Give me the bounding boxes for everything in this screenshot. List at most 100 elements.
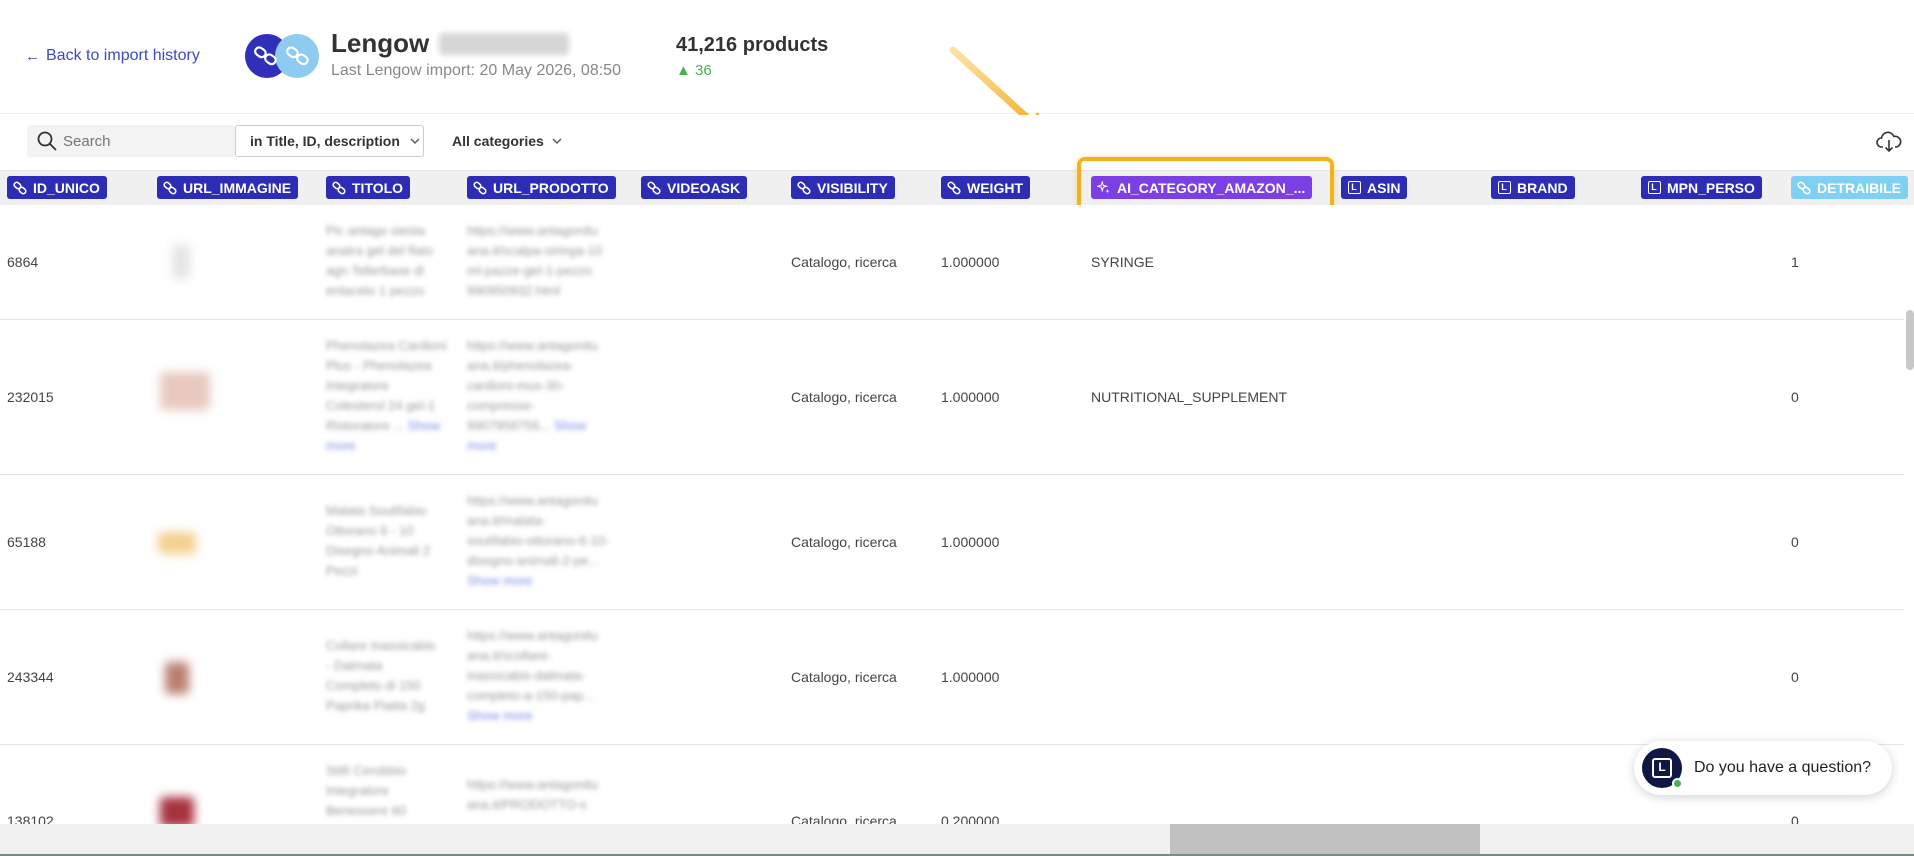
product-thumbnail	[160, 372, 210, 410]
cell-url-redacted: https://www.antagonitu ana.it/scatpa-siri…	[467, 223, 603, 298]
products-delta: ▲ 36	[676, 62, 712, 79]
horizontal-scrollbar[interactable]	[0, 824, 1914, 854]
product-thumbnail	[165, 662, 189, 694]
cell-detraibile: 1	[1791, 254, 1799, 270]
search-icon	[37, 131, 57, 151]
back-to-import-history-link[interactable]: ← Back to import history	[25, 47, 200, 65]
last-import-text: Last Lengow import: 20 May 2026, 08:50	[331, 62, 621, 79]
cell-url-redacted: https://www.antagonitu ana.it/PRODOTTO-s	[467, 777, 598, 812]
chevron-down-icon	[552, 138, 562, 144]
products-count: 41,216 products	[676, 34, 829, 56]
help-chat-button[interactable]: L Do you have a question?	[1634, 741, 1892, 795]
table-row[interactable]: 65188 Malata Soutifabio Ottorano 6 - 10 Di…	[0, 475, 1904, 610]
column-header-visibility[interactable]: VISIBILITY	[791, 176, 895, 199]
link-icon	[797, 181, 811, 194]
lengow-l-icon: L	[1652, 758, 1672, 778]
cell-weight: 1.000000	[941, 669, 1000, 685]
cell-url-redacted: https://www.antagonitu ana.it/malata-sout…	[467, 493, 610, 588]
cell-ai-category: SYRINGE	[1091, 254, 1155, 270]
cell-titolo-redacted: Stilli Cerobbio Integratore Benessere 60	[326, 763, 407, 818]
column-label: TITOLO	[352, 179, 404, 196]
lengow-l-icon: L	[1347, 181, 1361, 194]
chevron-down-icon	[410, 138, 420, 144]
column-header-detraibile[interactable]: DETRAIBILE	[1791, 176, 1908, 199]
column-label: WEIGHT	[967, 179, 1023, 196]
column-label: DETRAIBILE	[1817, 179, 1901, 196]
cell-titolo-redacted: Collare Inassicabis - Dalmata Completo di …	[326, 638, 436, 713]
search-scope-value: in Title, ID, description	[250, 133, 400, 149]
link-icon	[647, 181, 661, 194]
column-header-url-prodotto[interactable]: URL_PRODOTTO	[467, 176, 616, 199]
cell-weight: 1.000000	[941, 534, 1000, 550]
cell-titolo-redacted: Pic antago siesta anatra gel del flato agn…	[326, 223, 433, 298]
filter-bar: in Title, ID, description All categories	[0, 115, 1914, 171]
column-header-id-unico[interactable]: ID_UNICO	[7, 176, 107, 199]
back-link-label: Back to import history	[46, 47, 200, 64]
table-row[interactable]: 232015 Phenolazea Cardioni Plus - Phenola…	[0, 320, 1904, 475]
table-row[interactable]: 138102 Stilli Cerobbio Integratore Benesse…	[0, 745, 1904, 830]
cell-titolo-redacted: Malata Soutifabio Ottorano 6 - 10 Disegno …	[326, 503, 431, 578]
cell-visibility: Catalogo, ricerca	[791, 389, 897, 405]
cell-detraibile: 0	[1791, 534, 1799, 550]
chat-label: Do you have a question?	[1694, 759, 1872, 776]
table-header-row: ID_UNICO URL_IMMAGINE TITOLO URL_PRODOTT…	[0, 171, 1914, 205]
cell-visibility: Catalogo, ricerca	[791, 534, 897, 550]
store-logo	[245, 32, 323, 80]
product-thumbnail	[172, 245, 190, 279]
redacted-store-suffix	[439, 32, 570, 55]
horizontal-scrollbar-thumb[interactable]	[1170, 824, 1480, 854]
cell-id: 243344	[7, 669, 54, 685]
table-row[interactable]: 243344 Collare Inassicabis - Dalmata Compl…	[0, 610, 1904, 745]
product-thumbnail	[160, 797, 194, 827]
cell-visibility: Catalogo, ricerca	[791, 669, 897, 685]
column-label: ID_UNICO	[33, 179, 100, 196]
category-value: All categories	[452, 133, 544, 149]
link-icon	[473, 181, 487, 194]
cell-detraibile: 0	[1791, 389, 1799, 405]
search-box[interactable]	[27, 125, 235, 157]
cell-id: 232015	[7, 389, 54, 405]
cell-url-redacted: https://www.antagonitu ana.it/phenolazea-…	[467, 338, 598, 453]
table-row[interactable]: 6864 Pic antago siesta anatra gel del fla…	[0, 205, 1904, 320]
cell-id: 65188	[7, 534, 46, 550]
cloud-download-icon[interactable]	[1876, 131, 1902, 153]
column-label: URL_PRODOTTO	[493, 179, 609, 196]
column-header-titolo[interactable]: TITOLO	[326, 176, 411, 199]
store-title: Lengow	[331, 28, 570, 59]
column-label: MPN_PERSO	[1667, 179, 1755, 196]
lengow-l-icon: L	[1497, 181, 1511, 194]
store-name: Lengow	[331, 28, 430, 58]
link-icon	[163, 181, 177, 194]
column-label: URL_IMMAGINE	[183, 179, 292, 196]
search-scope-select[interactable]: in Title, ID, description	[235, 125, 424, 157]
column-header-brand[interactable]: L BRAND	[1491, 176, 1575, 199]
cell-weight: 1.000000	[941, 254, 1000, 270]
cell-titolo-redacted: Phenolazea Cardioni Plus - Phenolazea Inte…	[326, 338, 447, 453]
cell-ai-category: NUTRITIONAL_SUPPLEMENT	[1091, 389, 1288, 405]
link-icon	[947, 181, 961, 194]
column-header-url-immagine[interactable]: URL_IMMAGINE	[157, 176, 299, 199]
cell-detraibile: 0	[1791, 669, 1799, 685]
cell-id: 6864	[7, 254, 39, 270]
link-icon	[13, 181, 27, 194]
lengow-l-icon: L	[1647, 181, 1661, 194]
vertical-scrollbar[interactable]	[1906, 310, 1914, 370]
cell-visibility: Catalogo, ricerca	[791, 254, 897, 270]
lengow-avatar: L	[1642, 748, 1683, 789]
column-label: ASIN	[1367, 179, 1401, 196]
chain-link-icon	[286, 46, 309, 66]
product-thumbnail	[158, 532, 196, 554]
online-status-dot	[1672, 778, 1683, 789]
category-select[interactable]: All categories	[452, 125, 562, 157]
column-label: BRAND	[1517, 179, 1568, 196]
column-header-mpn-perso[interactable]: L MPN_PERSO	[1641, 176, 1762, 199]
column-header-asin[interactable]: L ASIN	[1341, 176, 1408, 199]
search-input[interactable]	[63, 132, 223, 150]
column-label: VISIBILITY	[817, 179, 888, 196]
link-icon	[332, 181, 346, 194]
chain-link-icon	[254, 46, 277, 66]
column-label: VIDEOASK	[667, 179, 741, 196]
column-header-videoask[interactable]: VIDEOASK	[641, 176, 748, 199]
column-header-weight[interactable]: WEIGHT	[941, 176, 1030, 199]
cell-weight: 1.000000	[941, 389, 1000, 405]
